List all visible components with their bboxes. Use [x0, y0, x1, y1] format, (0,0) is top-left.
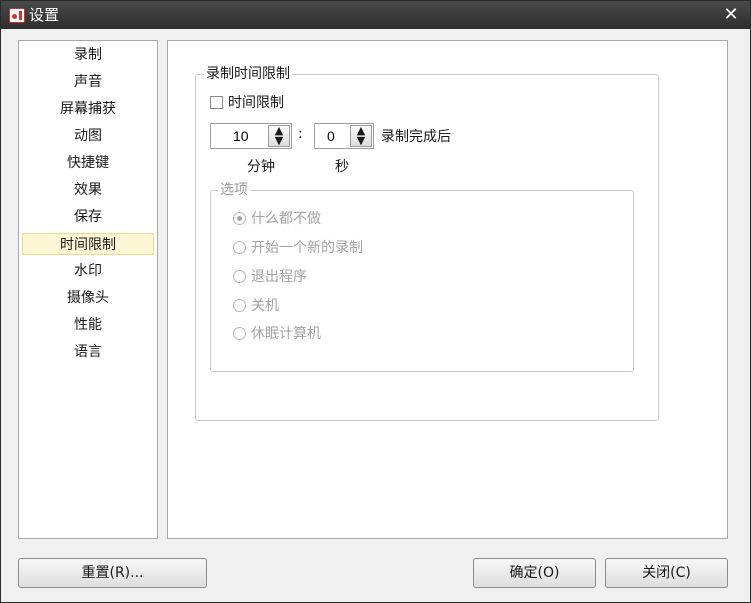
- app-icon: [9, 8, 25, 23]
- sidebar-item-screen-capture[interactable]: 屏幕捕获: [22, 98, 154, 120]
- title-bar: 设置 ✕: [1, 1, 750, 29]
- time-limit-group: 录制时间限制 时间限制 ▲▼ : ▲▼ 录制完成后 分钟 秒 选项: [195, 65, 659, 421]
- settings-sidebar: 录制 声音 屏幕捕获 动图 快捷键 效果 保存 时间限制 水印 摄像头 性能 语…: [18, 40, 158, 539]
- close-icon[interactable]: ✕: [720, 4, 742, 26]
- sidebar-item-effects[interactable]: 效果: [22, 179, 154, 201]
- sidebar-item-audio[interactable]: 声音: [22, 71, 154, 93]
- sidebar-item-hotkeys[interactable]: 快捷键: [22, 152, 154, 174]
- spin-up-down-icon[interactable]: ▲ ▼: [350, 125, 372, 147]
- option-radio[interactable]: [233, 270, 246, 283]
- sidebar-item-gif[interactable]: 动图: [22, 125, 154, 147]
- seconds-input[interactable]: [325, 124, 347, 148]
- option-label: 退出程序: [251, 269, 307, 285]
- options-group: 选项 什么都不做 开始一个新的录制 退出程序 关机 休眠计算机: [210, 181, 634, 372]
- sidebar-item-webcam[interactable]: 摄像头: [22, 287, 154, 309]
- close-button[interactable]: 关闭(C): [605, 558, 728, 588]
- option-radio[interactable]: [233, 327, 246, 340]
- sidebar-item-recording[interactable]: 录制: [22, 44, 154, 66]
- ok-button[interactable]: 确定(O): [473, 558, 596, 588]
- sidebar-item-watermark[interactable]: 水印: [22, 260, 154, 282]
- sidebar-item-performance[interactable]: 性能: [22, 314, 154, 336]
- reset-button[interactable]: 重置(R)...: [18, 558, 207, 588]
- after-recording-label: 录制完成后: [381, 129, 451, 145]
- window-title: 设置: [29, 6, 60, 24]
- option-label: 什么都不做: [251, 211, 321, 227]
- minutes-spinner[interactable]: ▲▼: [210, 123, 292, 149]
- minutes-unit-label: 分钟: [247, 159, 275, 175]
- option-label: 休眠计算机: [251, 326, 321, 342]
- options-group-title: 选项: [218, 181, 250, 199]
- seconds-spinner[interactable]: ▲▼: [314, 123, 374, 149]
- time-limit-checkbox-label: 时间限制: [228, 95, 284, 111]
- option-radio[interactable]: [233, 212, 246, 225]
- sidebar-item-language[interactable]: 语言: [22, 341, 154, 363]
- option-radio[interactable]: [233, 241, 246, 254]
- settings-window: 设置 ✕ 录制 声音 屏幕捕获 动图 快捷键 效果 保存 时间限制 水印 摄像头…: [0, 0, 751, 603]
- time-limit-checkbox[interactable]: [210, 96, 223, 109]
- time-limit-group-title: 录制时间限制: [204, 65, 292, 83]
- option-label: 开始一个新的录制: [251, 240, 363, 256]
- sidebar-item-time-limit[interactable]: 时间限制: [22, 233, 154, 255]
- minutes-input[interactable]: [231, 124, 271, 148]
- option-radio[interactable]: [233, 299, 246, 312]
- sidebar-item-save[interactable]: 保存: [22, 206, 154, 228]
- seconds-unit-label: 秒: [335, 159, 349, 175]
- time-separator: :: [298, 126, 303, 142]
- option-label: 关机: [251, 298, 279, 314]
- settings-content: 录制时间限制 时间限制 ▲▼ : ▲▼ 录制完成后 分钟 秒 选项: [167, 40, 728, 539]
- spin-up-down-icon[interactable]: ▲ ▼: [268, 125, 290, 147]
